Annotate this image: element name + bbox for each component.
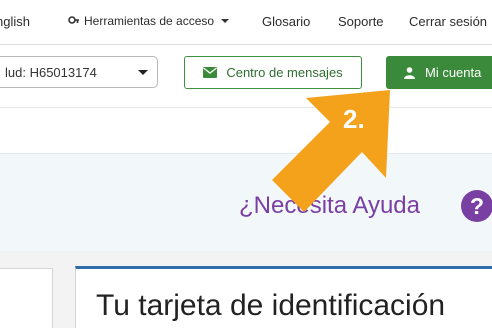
my-account-label: Mi cuenta xyxy=(425,65,482,80)
question-circle-icon[interactable]: ? xyxy=(460,189,492,223)
step-number-label: 2. xyxy=(343,104,365,134)
access-tools-label: Herramientas de acceso xyxy=(84,14,215,28)
id-card-title: Tu tarjeta de identificación xyxy=(96,289,446,322)
key-icon xyxy=(68,16,79,24)
svg-text:?: ? xyxy=(470,193,484,219)
caret-down-icon xyxy=(221,19,230,23)
help-banner: ¿Necesita Ayuda ? xyxy=(0,153,492,252)
glossary-link[interactable]: Glosario xyxy=(262,14,310,29)
side-panel xyxy=(0,268,53,328)
caret-down-icon xyxy=(138,70,148,75)
utility-bar: nglish Herramientas de acceso Glosario S… xyxy=(0,0,492,45)
support-link[interactable]: Soporte xyxy=(338,14,384,29)
annotation-arrow xyxy=(272,90,390,212)
logout-link[interactable]: Cerrar sesión xyxy=(409,14,487,29)
language-link[interactable]: nglish xyxy=(0,14,30,29)
access-tools-menu[interactable]: Herramientas de acceso xyxy=(68,14,230,28)
envelope-icon xyxy=(203,67,218,78)
screenshot-frame: nglish Herramientas de acceso Glosario S… xyxy=(0,0,492,328)
message-center-label: Centro de mensajes xyxy=(226,65,343,80)
my-account-button[interactable]: Mi cuenta xyxy=(386,56,492,89)
account-nav-bar: lud: H65013174 Centro de mensajes Mi cue… xyxy=(0,45,492,108)
member-id-value: lud: H65013174 xyxy=(5,65,97,80)
member-id-select[interactable]: lud: H65013174 xyxy=(0,56,158,88)
user-icon xyxy=(404,66,415,79)
id-card-panel: Tu tarjeta de identificación xyxy=(75,266,492,328)
message-center-button[interactable]: Centro de mensajes xyxy=(184,56,362,89)
